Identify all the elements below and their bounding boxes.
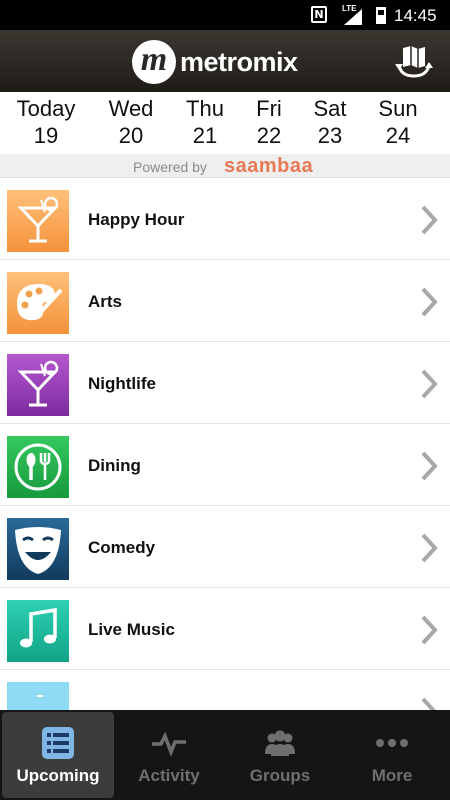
- date-number: 19: [33, 123, 59, 148]
- category-row-nightlife[interactable]: Nightlife: [0, 342, 450, 424]
- date-day-label: Today: [16, 96, 76, 121]
- people-icon: [265, 730, 295, 756]
- date-day-label: Wed: [108, 96, 154, 121]
- saambaa-logo[interactable]: saambaa: [224, 155, 313, 178]
- category-row-live-music[interactable]: Live Music: [0, 588, 450, 670]
- category-row-partial[interactable]: [0, 670, 450, 710]
- music-note-icon: [7, 600, 69, 662]
- category-list: Happy Hour Arts Nightlife Dining Comedy …: [0, 178, 450, 710]
- category-row-comedy[interactable]: Comedy: [0, 506, 450, 588]
- tab-groups[interactable]: Groups: [224, 712, 336, 798]
- bottom-tab-bar: Upcoming Activity Groups More: [0, 710, 450, 800]
- app-logo: m metromix: [132, 40, 298, 84]
- chevron-right-icon: [421, 615, 438, 645]
- chevron-right-icon: [421, 533, 438, 563]
- powered-by-label: Powered by: [133, 159, 207, 175]
- tab-upcoming[interactable]: Upcoming: [2, 712, 114, 798]
- date-selector: Today 19 Wed 20 Thu 21 Fri 22 Sat 23 Sun…: [0, 92, 450, 154]
- tab-activity[interactable]: Activity: [113, 712, 225, 798]
- signal-icon: [344, 9, 362, 25]
- date-number: 20: [118, 123, 144, 148]
- tab-label: Activity: [138, 766, 200, 785]
- tab-label: Upcoming: [16, 766, 100, 785]
- nfc-icon: N: [311, 6, 327, 23]
- category-row-happy-hour[interactable]: Happy Hour: [0, 178, 450, 260]
- app-name: metromix: [180, 46, 298, 77]
- battery-icon: [376, 7, 386, 24]
- tab-label: More: [371, 766, 413, 785]
- category-icon: [7, 682, 69, 710]
- map-refresh-icon: [395, 46, 433, 78]
- date-wed[interactable]: Wed 20: [91, 96, 171, 150]
- date-today[interactable]: Today 19: [6, 96, 86, 150]
- chevron-right-icon: [421, 287, 438, 317]
- chevron-right-icon: [421, 369, 438, 399]
- date-sun[interactable]: Sun 24: [358, 96, 438, 150]
- category-label: Comedy: [88, 538, 156, 557]
- logo-mark: m: [132, 40, 176, 84]
- app-header: m metromix: [0, 30, 450, 92]
- comedy-mask-icon: [7, 518, 69, 580]
- pulse-icon: [152, 731, 186, 757]
- category-label: Dining: [88, 456, 141, 475]
- tab-label: Groups: [249, 766, 311, 785]
- tab-more[interactable]: More: [336, 712, 448, 798]
- date-day-label: Sun: [378, 96, 418, 121]
- chevron-right-icon: [421, 697, 436, 710]
- chevron-right-icon: [421, 451, 438, 481]
- palette-icon: [7, 272, 69, 334]
- cocktail-icon: [7, 354, 69, 416]
- category-row-dining[interactable]: Dining: [0, 424, 450, 506]
- date-number: 24: [385, 123, 411, 148]
- category-label: Nightlife: [88, 374, 156, 393]
- cocktail-icon: [7, 190, 69, 252]
- category-row-arts[interactable]: Arts: [0, 260, 450, 342]
- map-button[interactable]: [394, 44, 434, 80]
- more-dots-icon: [376, 739, 408, 747]
- category-label: Happy Hour: [88, 210, 185, 229]
- clock: 14:45: [394, 6, 437, 25]
- chevron-right-icon: [421, 205, 438, 235]
- fork-spoon-icon: [7, 436, 69, 498]
- list-icon: [42, 727, 74, 759]
- category-label: Arts: [88, 292, 123, 311]
- category-label: Live Music: [88, 620, 175, 639]
- powered-by-banner: Powered by saambaa: [0, 154, 450, 178]
- status-bar: N LTE 14:45: [0, 0, 450, 30]
